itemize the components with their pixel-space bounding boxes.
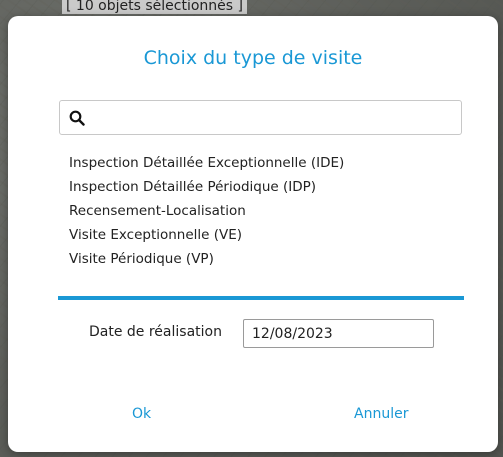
date-field[interactable] [243, 319, 434, 348]
date-label: Date de réalisation [89, 324, 222, 340]
list-item-idp[interactable]: Inspection Détaillée Périodique (IDP) [69, 175, 344, 199]
selection-count-text: [ 10 objets sélectionnés ] [62, 0, 247, 14]
visit-type-list: Inspection Détaillée Exceptionnelle (IDE… [69, 151, 344, 271]
list-item-recensement[interactable]: Recensement-Localisation [69, 199, 344, 223]
dialog-title: Choix du type de visite [143, 47, 363, 69]
cancel-button[interactable]: Annuler [354, 406, 408, 422]
ok-button[interactable]: Ok [132, 406, 151, 422]
list-item-ve[interactable]: Visite Exceptionnelle (VE) [69, 223, 344, 247]
search-box[interactable] [59, 100, 462, 135]
visit-type-dialog: Choix du type de visite Inspection Détai… [8, 16, 498, 452]
list-item-vp[interactable]: Visite Périodique (VP) [69, 247, 344, 271]
search-icon [69, 110, 85, 126]
search-input[interactable] [92, 105, 456, 132]
list-item-ide[interactable]: Inspection Détaillée Exceptionnelle (IDE… [69, 151, 344, 175]
divider [58, 296, 464, 300]
